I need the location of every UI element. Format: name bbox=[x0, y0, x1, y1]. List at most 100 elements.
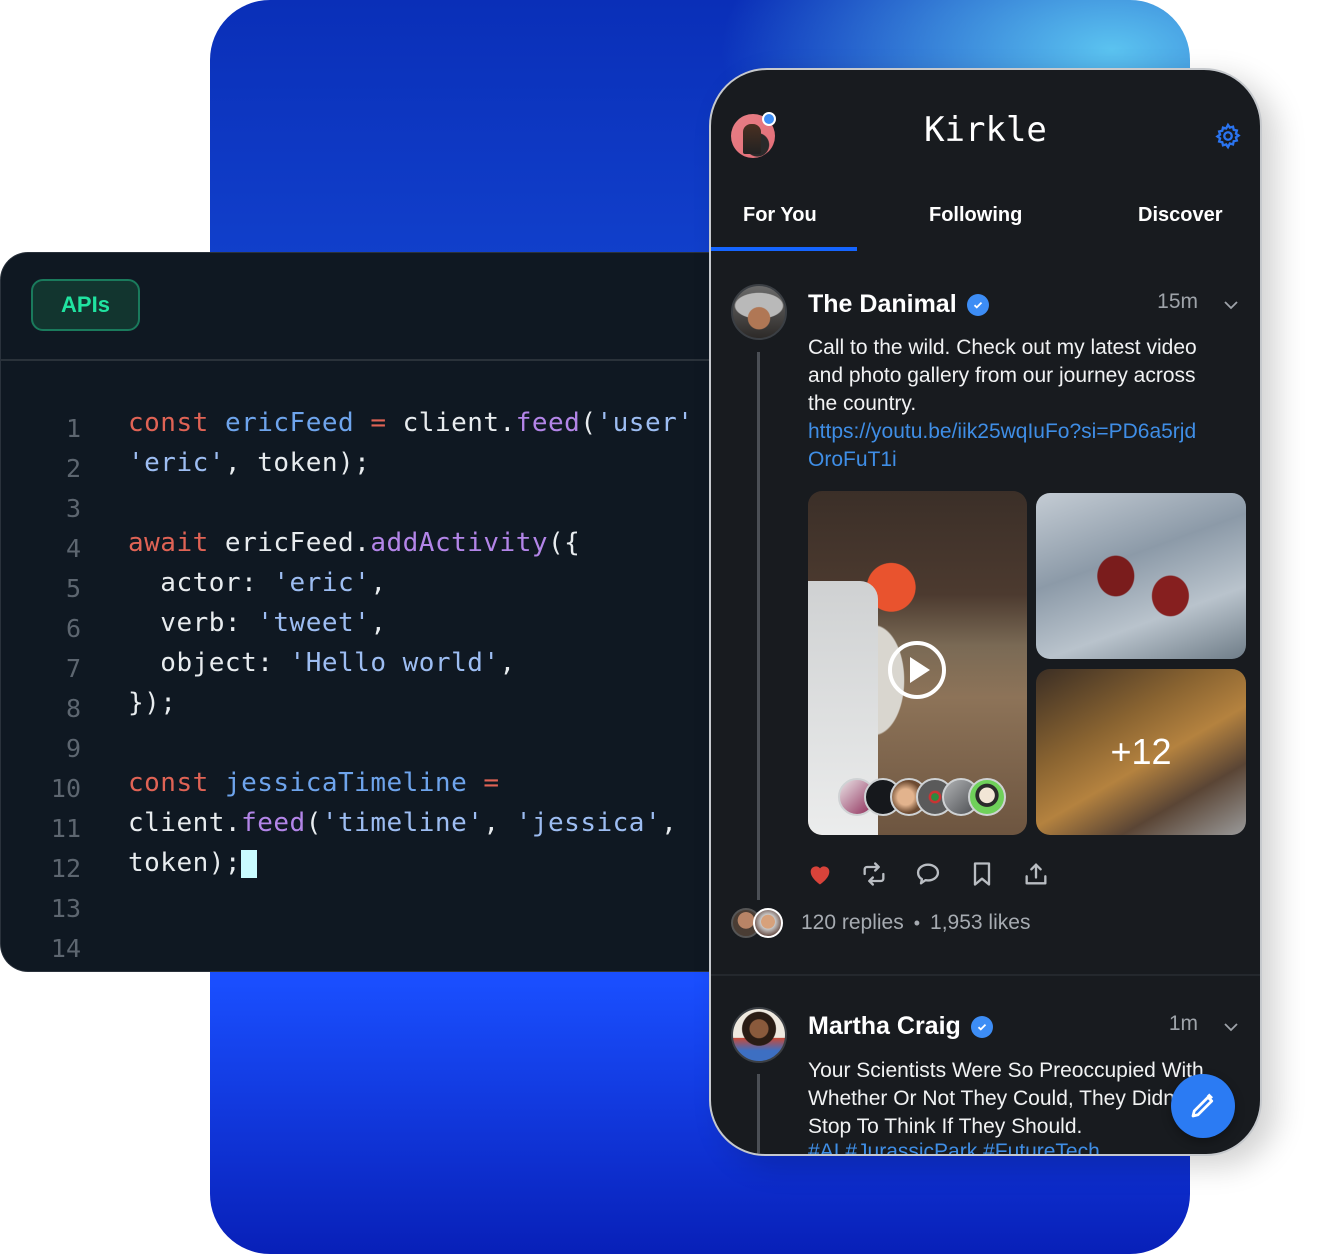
code-token: feed bbox=[515, 408, 581, 438]
post-link[interactable]: https://youtu.be/iik25wqIuFo?si=PD6a5rjd… bbox=[808, 420, 1196, 471]
line-number: 13 bbox=[50, 893, 81, 923]
line-number: 3 bbox=[65, 493, 81, 523]
code-line[interactable]: 4 await ericFeed.addActivity({ bbox=[1, 523, 712, 563]
code-token: , bbox=[370, 608, 387, 638]
code-token: 'eric' bbox=[273, 568, 371, 598]
author-avatar[interactable] bbox=[731, 284, 787, 340]
comment-icon[interactable] bbox=[914, 860, 942, 888]
code-token: = bbox=[483, 768, 500, 798]
line-number: 7 bbox=[65, 653, 81, 683]
code-line[interactable]: 3 bbox=[1, 483, 712, 523]
code-line[interactable]: 14 bbox=[1, 923, 712, 963]
code-token: actor: bbox=[128, 568, 274, 598]
code-token: 'tweet' bbox=[257, 608, 371, 638]
code-text: verb: 'tweet', bbox=[81, 608, 386, 638]
post-author[interactable]: Martha Craig bbox=[808, 1012, 993, 1041]
code-token: 'eric' bbox=[128, 448, 225, 478]
line-number: 1 bbox=[65, 413, 81, 443]
bookmark-icon[interactable] bbox=[968, 860, 996, 888]
repost-icon[interactable] bbox=[860, 860, 888, 888]
code-token: 'timeline' bbox=[321, 808, 484, 838]
code-token: 'jessica' bbox=[515, 808, 662, 838]
more-photos-count: +12 bbox=[1110, 731, 1172, 772]
author-avatar[interactable] bbox=[731, 1007, 787, 1063]
line-number: 11 bbox=[50, 813, 81, 843]
line-number: 10 bbox=[50, 773, 81, 803]
code-line[interactable]: 5 actor: 'eric', bbox=[1, 563, 712, 603]
compose-button[interactable] bbox=[1171, 1074, 1235, 1138]
verified-badge-icon bbox=[966, 293, 989, 316]
code-token: const bbox=[128, 768, 209, 798]
post-time: 1m bbox=[1168, 1012, 1198, 1035]
code-line[interactable]: 6 verb: 'tweet', bbox=[1, 603, 712, 643]
code-text: const ericFeed = client.feed('user' bbox=[81, 408, 693, 438]
line-number: 12 bbox=[50, 853, 81, 883]
code-body[interactable]: 1 const ericFeed = client.feed('user' 2'er… bbox=[1, 361, 712, 963]
post-actions bbox=[806, 860, 1050, 888]
heart-icon[interactable] bbox=[806, 860, 834, 888]
code-line[interactable]: 2'eric', token); bbox=[1, 443, 712, 483]
code-token: }); bbox=[128, 688, 177, 718]
social-app-phone: Kirkle For You Following Discover The Da… bbox=[709, 68, 1262, 1156]
thread-line bbox=[757, 352, 760, 900]
code-token: jessicaTimeline bbox=[224, 768, 468, 798]
post-text: Call to the wild. Check out my latest vi… bbox=[808, 334, 1208, 474]
code-line[interactable]: 12 token); bbox=[1, 843, 712, 883]
post-hashtags[interactable]: #AI #JurassicPark #FutureTech bbox=[808, 1140, 1100, 1154]
chevron-down-icon[interactable] bbox=[1222, 1018, 1240, 1036]
post-body: Call to the wild. Check out my latest vi… bbox=[808, 336, 1197, 415]
code-line[interactable]: 7 object: 'Hello world', bbox=[1, 643, 712, 683]
apis-tab[interactable]: APIs bbox=[31, 279, 140, 331]
code-token: ({ bbox=[548, 528, 581, 558]
verified-badge-icon bbox=[970, 1015, 993, 1038]
code-text: 'eric', token); bbox=[81, 448, 370, 478]
play-icon[interactable] bbox=[888, 641, 946, 699]
line-number: 5 bbox=[65, 573, 81, 603]
author-name: The Danimal bbox=[808, 290, 957, 318]
feed-post: The Danimal 15m Call to the wild. Check … bbox=[711, 70, 1260, 1154]
viewer-avatars bbox=[838, 778, 1006, 816]
code-line[interactable]: 13 bbox=[1, 883, 712, 923]
share-icon[interactable] bbox=[1022, 860, 1050, 888]
code-text: object: 'Hello world', bbox=[81, 648, 516, 678]
code-line[interactable]: 11 client.feed('timeline', 'jessica', bbox=[1, 803, 712, 843]
code-editor-header: APIs bbox=[1, 253, 712, 361]
media-gallery: +12 bbox=[808, 491, 1246, 835]
code-token: object: bbox=[128, 648, 290, 678]
code-text: const jessicaTimeline = bbox=[81, 768, 500, 798]
code-token: token); bbox=[128, 848, 242, 878]
code-token: , bbox=[370, 568, 387, 598]
code-token: addActivity bbox=[370, 528, 549, 558]
code-text: }); bbox=[81, 688, 176, 718]
code-token: , bbox=[483, 808, 516, 838]
code-line[interactable]: 9 bbox=[1, 723, 712, 763]
code-text: await ericFeed.addActivity({ bbox=[81, 528, 580, 558]
thread-line bbox=[757, 1074, 760, 1154]
code-line[interactable]: 10 const jessicaTimeline = bbox=[1, 763, 712, 803]
code-line[interactable]: 8}); bbox=[1, 683, 712, 723]
code-token: ericFeed. bbox=[208, 528, 371, 558]
code-text: client.feed('timeline', 'jessica', bbox=[81, 808, 677, 838]
video-thumbnail[interactable] bbox=[808, 491, 1027, 835]
line-number: 4 bbox=[65, 533, 81, 563]
chevron-down-icon[interactable] bbox=[1222, 296, 1240, 314]
likes-count[interactable]: 1,953 likes bbox=[930, 911, 1030, 935]
replier-avatar bbox=[753, 908, 783, 938]
line-number: 8 bbox=[65, 693, 81, 723]
photo-thumbnail-more[interactable]: +12 bbox=[1036, 669, 1246, 835]
line-number: 9 bbox=[65, 733, 81, 763]
photo-thumbnail[interactable] bbox=[1036, 493, 1246, 659]
code-editor-panel: APIs 1 const ericFeed = client.feed('user… bbox=[0, 252, 712, 972]
text-cursor bbox=[241, 849, 258, 878]
code-token: ericFeed bbox=[224, 408, 355, 438]
post-author[interactable]: The Danimal bbox=[808, 290, 989, 319]
replies-count[interactable]: 120 replies bbox=[801, 911, 904, 935]
line-number: 14 bbox=[50, 933, 81, 963]
post-stats: 120 replies • 1,953 likes bbox=[731, 908, 1030, 938]
code-token: verb: bbox=[128, 608, 258, 638]
code-line[interactable]: 1 const ericFeed = client.feed('user' bbox=[1, 403, 712, 443]
